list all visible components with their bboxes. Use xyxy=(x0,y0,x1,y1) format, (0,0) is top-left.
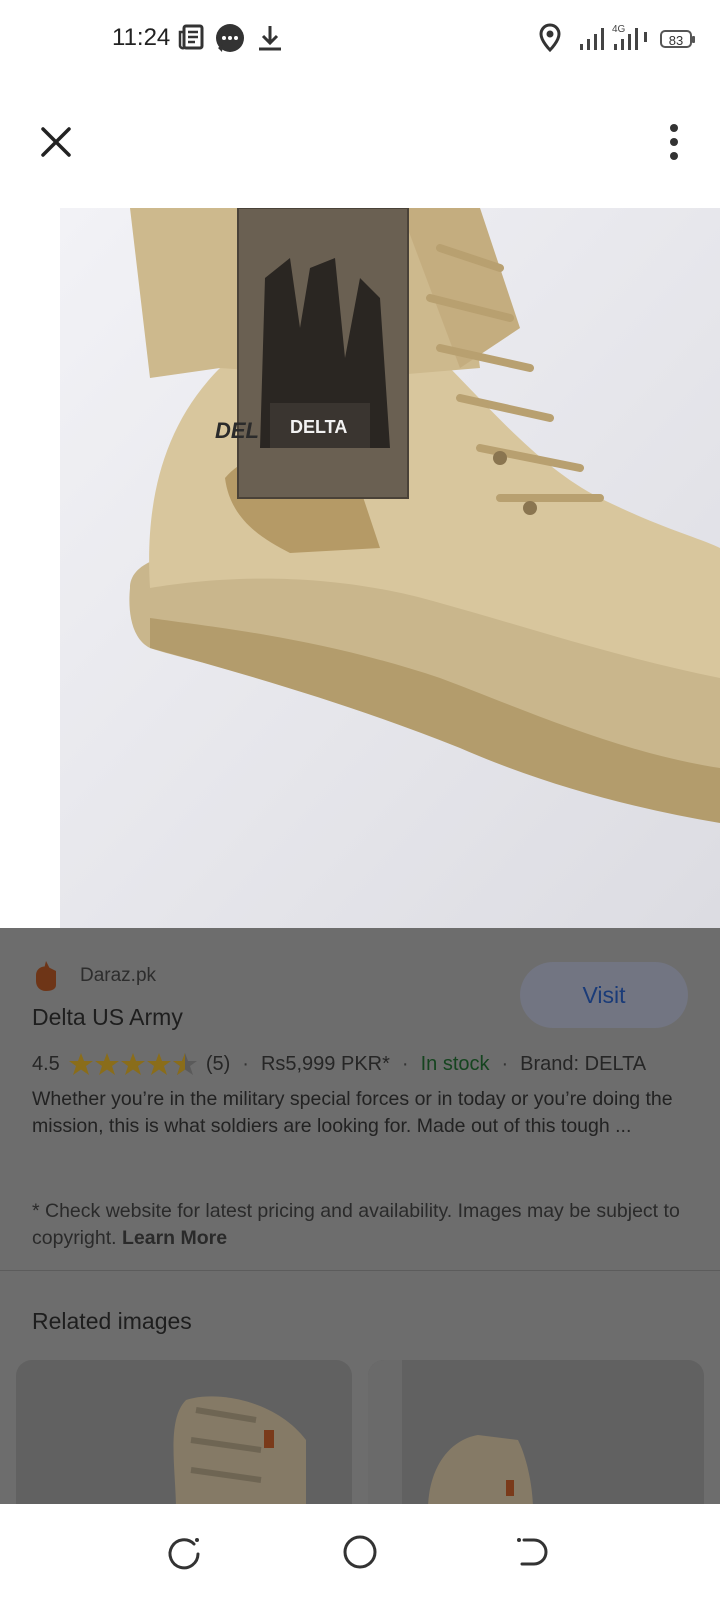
related-image-thumbnail[interactable] xyxy=(16,1360,352,1510)
home-icon xyxy=(343,1535,377,1569)
close-button[interactable] xyxy=(34,120,78,164)
status-bar: 11:24 4G 83 xyxy=(0,0,720,80)
product-description: Whether you’re in the military special f… xyxy=(32,1088,673,1137)
tactical-boot-image: DELTA DEL xyxy=(60,208,720,928)
tag-brand-text: DELTA xyxy=(290,417,347,437)
more-options-button[interactable] xyxy=(652,120,696,164)
news-icon xyxy=(178,24,204,50)
stock-status: In stock xyxy=(420,1052,490,1075)
back-icon xyxy=(517,1538,548,1566)
related-image-thumbnail[interactable] xyxy=(368,1360,704,1510)
daraz-logo-icon xyxy=(36,961,56,991)
battery-icon: 83 xyxy=(660,30,695,48)
rating-stars xyxy=(68,1052,198,1076)
message-icon xyxy=(216,24,244,52)
rating-value: 4.5 xyxy=(32,1052,60,1075)
system-nav-bar xyxy=(0,1504,720,1600)
star-icon xyxy=(120,1053,145,1075)
source-row[interactable]: Daraz.pk xyxy=(32,958,156,994)
back-button[interactable] xyxy=(512,1532,552,1572)
star-icon xyxy=(68,1053,93,1075)
half-star-icon xyxy=(172,1053,197,1075)
review-count: (5) xyxy=(205,1052,231,1075)
viewer-toolbar xyxy=(0,100,720,188)
recent-apps-button[interactable] xyxy=(164,1532,204,1572)
location-icon xyxy=(539,23,561,53)
download-icon xyxy=(259,26,281,51)
product-meta-row: 4.5 (5) · Rs5,999 PKR* · In stock · Bran… xyxy=(32,1052,647,1076)
price: Rs5,999 PKR* xyxy=(260,1052,390,1075)
home-button[interactable] xyxy=(340,1532,380,1572)
visit-button[interactable]: Visit xyxy=(520,962,688,1028)
disclaimer: * Check website for latest pricing and a… xyxy=(32,1198,692,1252)
boot-brand-text: DEL xyxy=(215,418,259,443)
result-info-panel: Daraz.pk Visit Delta US Army 4.5 (5) · R… xyxy=(0,928,720,1510)
recent-apps-icon xyxy=(168,1538,200,1570)
learn-more-link[interactable]: Learn More xyxy=(122,1227,227,1249)
related-boot-image xyxy=(368,1360,533,1510)
related-images-heading: Related images xyxy=(32,1308,192,1334)
brand: Brand: DELTA xyxy=(520,1052,647,1075)
close-icon xyxy=(41,127,71,157)
related-boot-image xyxy=(173,1396,306,1510)
star-icon xyxy=(94,1053,119,1075)
star-icon xyxy=(146,1053,171,1075)
signal-icon: 4G xyxy=(580,24,647,50)
status-time: 11:24 xyxy=(112,24,171,51)
product-title[interactable]: Delta US Army xyxy=(32,1004,183,1031)
divider xyxy=(0,1270,720,1271)
network-type-label: 4G xyxy=(612,24,626,35)
product-image[interactable]: DELTA DEL xyxy=(60,208,720,928)
source-name: Daraz.pk xyxy=(80,965,157,986)
more-vert-icon xyxy=(670,124,678,160)
